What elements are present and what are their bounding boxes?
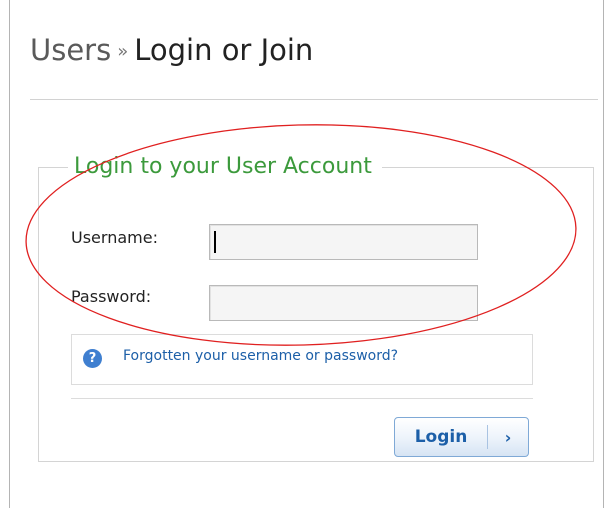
username-field[interactable]	[209, 224, 478, 260]
password-field[interactable]	[209, 285, 478, 321]
help-icon: ?	[83, 349, 102, 368]
form-divider	[71, 398, 533, 399]
forgot-credentials-link[interactable]: Forgotten your username or password?	[123, 348, 398, 364]
login-button-label: Login	[414, 427, 468, 447]
title-divider	[30, 99, 598, 100]
username-label: Username:	[71, 228, 158, 247]
login-button[interactable]: Login ›	[394, 417, 529, 457]
text-caret	[214, 231, 216, 253]
breadcrumb-separator: »	[117, 41, 129, 62]
breadcrumb-users[interactable]: Users	[30, 33, 111, 67]
password-label: Password:	[71, 287, 152, 306]
chevron-right-icon: ›	[504, 427, 512, 447]
login-fieldset-legend: Login to your User Account	[68, 152, 382, 182]
page-title: Users » Login or Join	[30, 30, 313, 70]
breadcrumb-current: Login or Join	[134, 33, 314, 67]
